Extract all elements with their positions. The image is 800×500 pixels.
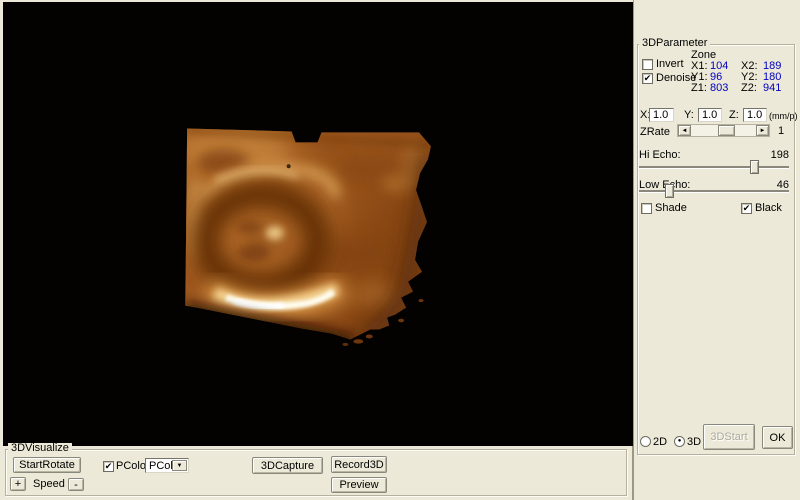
hi-echo-value: 198 [769, 150, 789, 161]
hi-echo-slider-thumb[interactable] [750, 160, 759, 174]
scale-z-label: Z: [729, 110, 739, 121]
zone-z2-value: 941 [763, 83, 781, 94]
scale-y-label: Y: [684, 110, 694, 121]
scroll-right-icon: ► [760, 128, 766, 134]
zrate-scrollbar-thumb[interactable] [718, 125, 735, 136]
ok-button[interactable]: OK [762, 426, 793, 449]
mode-2d-label: 2D [653, 437, 667, 448]
zone-z1-label: Z1: [691, 83, 707, 94]
pcolor-dropdown-button[interactable]: ▼ [172, 460, 187, 471]
pcolor-dropdown[interactable]: PColor ▼ [145, 458, 189, 473]
invert-checkbox[interactable] [642, 59, 653, 70]
parameter-groupbox [637, 44, 795, 455]
mode-3d-radio[interactable]: ● [674, 436, 685, 447]
zrate-label: ZRate [640, 127, 670, 138]
low-echo-slider[interactable] [639, 190, 789, 192]
dropdown-arrow-icon: ▼ [177, 463, 183, 469]
pcolor-checkbox[interactable]: ✔ [103, 461, 114, 472]
zone-z1-value: 803 [710, 83, 728, 94]
preview-button[interactable]: Preview [331, 477, 387, 493]
mode-3d-label: 3D [687, 437, 701, 448]
zrate-value: 1 [778, 126, 784, 137]
scale-z-input[interactable]: 1.0 [743, 108, 767, 122]
shade-label: Shade [655, 203, 687, 214]
shade-checkbox[interactable] [641, 203, 652, 214]
start-rotate-button[interactable]: StartRotate [13, 457, 81, 473]
zrate-scroll-right-button[interactable]: ► [756, 125, 769, 136]
visualize-group-title: 3DVisualize [8, 443, 72, 454]
zrate-scrollbar[interactable]: ◄ ► [677, 124, 770, 137]
zrate-scroll-left-button[interactable]: ◄ [678, 125, 691, 136]
hi-echo-slider[interactable] [639, 166, 789, 168]
application-window: 3DParameter Invert ✔ Denoise Zone X1: 10… [0, 0, 800, 500]
hi-echo-label: Hi Echo: [639, 150, 681, 161]
capture-3d-button[interactable]: 3DCapture [252, 457, 323, 474]
invert-label: Invert [656, 59, 684, 70]
record-3d-button[interactable]: Record3D [331, 456, 387, 473]
low-echo-slider-thumb[interactable] [665, 184, 674, 198]
render-viewport[interactable] [3, 2, 633, 446]
parameter-group-title: 3DParameter [639, 38, 710, 49]
speed-label: Speed [33, 479, 65, 490]
scale-x-input[interactable]: 1.0 [649, 108, 674, 122]
black-checkbox[interactable]: ✔ [741, 203, 752, 214]
speed-minus-button[interactable]: - [68, 478, 84, 491]
scroll-left-icon: ◄ [682, 128, 688, 134]
black-label: Black [755, 203, 782, 214]
zone-z2-label: Z2: [741, 83, 757, 94]
scale-y-input[interactable]: 1.0 [698, 108, 722, 122]
ultrasound-3d-render [3, 2, 633, 446]
scale-unit-label: (mm/p) [769, 111, 798, 122]
mode-2d-radio[interactable] [640, 436, 651, 447]
denoise-checkbox[interactable]: ✔ [642, 73, 653, 84]
start3d-button[interactable]: 3DStart [703, 424, 755, 450]
speed-plus-button[interactable]: + [10, 477, 26, 491]
